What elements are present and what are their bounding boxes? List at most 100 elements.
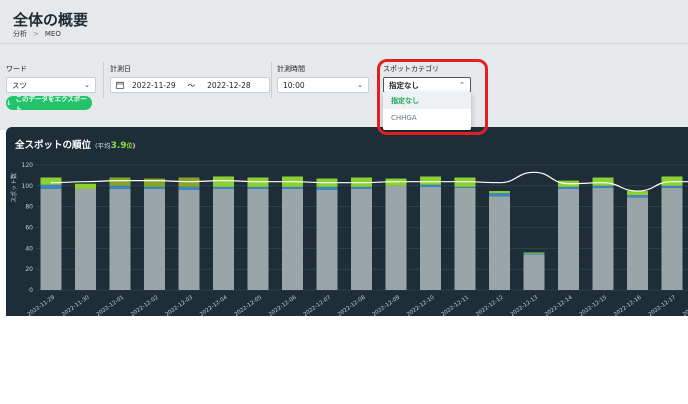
x-tick-label: 2022-12-14 <box>544 294 574 316</box>
bar-segment <box>213 186 234 189</box>
bar-segment <box>661 185 683 188</box>
breadcrumb: 分析 > MEO <box>13 29 61 39</box>
bar-segment <box>627 197 648 290</box>
x-tick-label: 2022-12-16 <box>613 294 643 316</box>
date-separator: 〜 <box>187 80 196 90</box>
x-tick-label: 2022-12-12 <box>475 295 505 316</box>
y-tick-label: 60 <box>25 225 33 232</box>
bar-segment <box>489 191 510 194</box>
x-tick-label: 2022-12-01 <box>96 295 126 316</box>
ward-select[interactable]: スツ ⌄ <box>6 77 96 93</box>
calendar-icon <box>116 81 124 89</box>
date-range-input[interactable]: 2022-11-29 〜 2022-12-28 <box>110 77 270 93</box>
bar-segment <box>40 184 62 189</box>
filter-divider <box>103 62 104 98</box>
x-tick-label: 2022-11-30 <box>61 294 91 316</box>
download-icon: ↓ <box>6 99 12 107</box>
x-tick-label: 2022-12-15 <box>579 294 609 316</box>
y-tick-label: 80 <box>25 204 33 211</box>
bar-segment <box>558 188 579 290</box>
export-button[interactable]: ↓ このデータをエクスポート <box>6 95 92 113</box>
page-title: 全体の概要 <box>13 11 89 29</box>
breadcrumb-separator: > <box>33 30 39 38</box>
x-tick-label: 2022-12-03 <box>165 294 195 316</box>
breadcrumb-item-analysis[interactable]: 分析 <box>13 29 27 39</box>
measure-time-label: 計測時間 <box>277 65 305 73</box>
chart-title-text: 全スポットの順位 <box>15 140 92 151</box>
x-tick-label: 2022-12-08 <box>337 294 367 316</box>
x-tick-label: 2022-12-13 <box>510 294 540 316</box>
ward-label: ワード <box>6 65 27 73</box>
rank-chart: 0204060801001202022-11-29 2022-11-30 2022-… <box>22 162 688 316</box>
measure-date-filter: 計測日 2022-11-29 〜 2022-12-28 <box>110 64 270 93</box>
x-tick-label: 2022-12-05 <box>234 294 264 316</box>
bar-segment <box>144 186 165 189</box>
y-axis-label: スポット数 <box>11 172 18 203</box>
bar-segment <box>144 188 165 290</box>
bar-segment <box>420 184 441 187</box>
x-tick-label: 2022-12-17 <box>648 294 678 316</box>
bar-segment <box>316 186 338 190</box>
bar-segment <box>592 185 614 188</box>
bar-segment <box>454 186 476 188</box>
bar-segment <box>75 183 96 189</box>
bar-segment <box>213 188 234 290</box>
bar-segment <box>316 190 338 290</box>
bar-segment <box>385 185 407 290</box>
ward-filter: ワード スツ ⌄ <box>6 64 96 93</box>
y-tick-label: 40 <box>25 245 33 252</box>
x-tick-label: 2022-12-07 <box>303 294 333 316</box>
chevron-down-icon: ⌄ <box>357 81 363 89</box>
y-tick-label: 100 <box>22 183 34 190</box>
bar-segment <box>351 188 372 290</box>
bar-segment <box>75 188 96 290</box>
chart-panel: 0 20 40 60 80 100 120 2022-11-29 2022-11-30 2022-… <box>6 127 688 316</box>
x-tick-label: 2022-12-18 <box>682 294 688 316</box>
chevron-down-icon: ⌄ <box>84 81 90 89</box>
bar-segment <box>661 187 683 290</box>
measure-time-value: 10:00 <box>283 80 305 90</box>
bar-segment <box>247 188 269 290</box>
bar-segment <box>489 196 510 290</box>
bar-segment <box>282 186 303 189</box>
chart-avg-suffix: ) <box>132 142 136 150</box>
bar-segment <box>592 177 614 186</box>
bar-segment <box>109 185 131 189</box>
bar-segment <box>523 254 545 290</box>
bar-segment <box>558 186 579 189</box>
measure-date-label: 計測日 <box>110 65 131 73</box>
bar-segment <box>178 190 200 290</box>
breadcrumb-item-meo: MEO <box>44 30 61 38</box>
ward-value: スツ <box>12 80 27 90</box>
bar-segment <box>592 187 614 290</box>
bar-segment <box>489 193 510 197</box>
y-tick-label: 0 <box>29 287 33 294</box>
bar-segment <box>282 188 303 290</box>
header-area: 全体の概要 分析 > MEO ワード スツ ⌄ 計測日 2022-11-29 〜… <box>0 0 688 130</box>
bar-segment <box>523 253 545 255</box>
export-button-label: このデータをエクスポート <box>15 95 87 113</box>
y-tick-label: 20 <box>25 266 33 273</box>
bar-segment <box>420 186 441 290</box>
bar-segment <box>523 252 545 254</box>
bar-segment <box>351 186 372 189</box>
bar-segment <box>627 191 648 196</box>
bar-segment <box>40 177 62 185</box>
bar-segment <box>40 188 62 290</box>
filter-divider <box>271 62 272 98</box>
highlight-box <box>377 59 488 135</box>
x-tick-label: 2022-12-04 <box>199 294 229 316</box>
date-end: 2022-12-28 <box>207 80 251 90</box>
bar-segment <box>178 186 200 190</box>
bar-segment <box>109 177 131 186</box>
bar-segment <box>627 195 648 198</box>
measure-time-filter: 計測時間 10:00 ⌄ <box>277 64 369 93</box>
measure-time-select[interactable]: 10:00 ⌄ <box>277 77 369 93</box>
bar-segment <box>454 187 476 290</box>
x-tick-label: 2022-12-11 <box>441 295 471 316</box>
bar-segment <box>420 176 441 185</box>
x-tick-label: 2022-12-02 <box>130 295 160 316</box>
chart-title: 全スポットの順位 (平均 3.9 位 ) <box>15 137 136 151</box>
bar-segment <box>109 188 131 290</box>
header-divider <box>0 43 688 44</box>
